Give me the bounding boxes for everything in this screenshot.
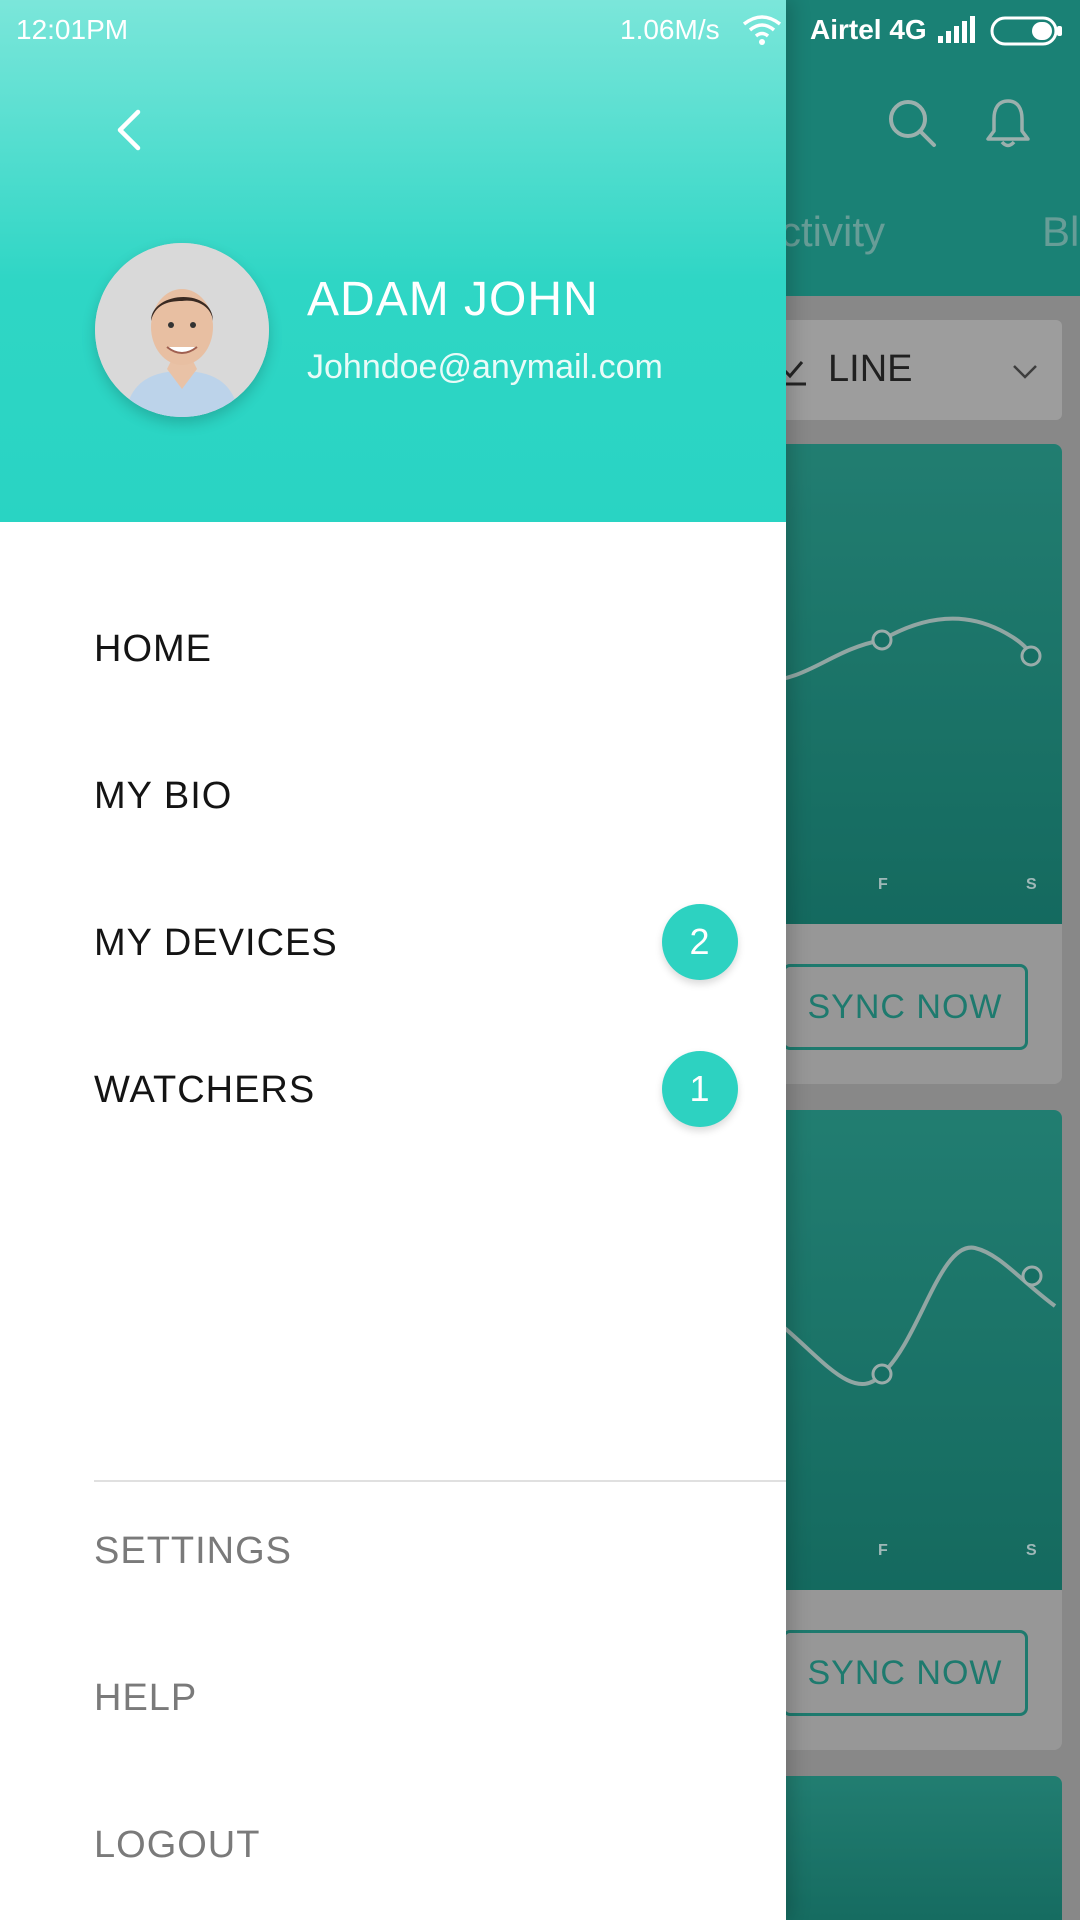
menu-item-my-devices[interactable]: MY DEVICES 2 (94, 904, 754, 980)
avatar[interactable] (95, 243, 269, 417)
menu-item-watchers[interactable]: WATCHERS 1 (94, 1051, 754, 1127)
menu-item-home[interactable]: HOME (94, 620, 754, 680)
menu-item-label: HELP (94, 1677, 198, 1719)
back-arrow-icon[interactable] (100, 100, 160, 160)
drawer-header: ADAM JOHN Johndoe@anymail.com (0, 0, 786, 522)
menu-item-label: MY BIO (94, 775, 233, 817)
status-time: 12:01PM (16, 14, 129, 45)
count-badge: 2 (662, 904, 738, 980)
profile-email: Johndoe@anymail.com (307, 348, 663, 386)
wifi-icon (742, 15, 782, 45)
menu-item-my-bio[interactable]: MY BIO (94, 767, 754, 827)
count-badge: 1 (662, 1051, 738, 1127)
battery-icon (990, 16, 1062, 46)
status-network-speed: 1.06M/s (620, 14, 720, 45)
status-carrier: Airtel 4G (810, 14, 927, 45)
menu-divider (94, 1480, 786, 1482)
menu-item-label: MY DEVICES (94, 922, 338, 964)
menu-item-label: LOGOUT (94, 1824, 261, 1866)
menu-item-help[interactable]: HELP (94, 1669, 754, 1729)
status-bar: 12:01PM 1.06M/s Airtel 4G (0, 0, 1080, 60)
profile-name: ADAM JOHN (307, 273, 599, 326)
signal-icon (938, 16, 975, 43)
menu-item-settings[interactable]: SETTINGS (94, 1522, 754, 1582)
navigation-drawer: ADAM JOHN Johndoe@anymail.com HOME MY BI… (0, 0, 786, 1920)
menu-item-label: HOME (94, 628, 212, 670)
menu-item-label: SETTINGS (94, 1530, 293, 1572)
menu-item-logout[interactable]: LOGOUT (94, 1816, 754, 1876)
menu-item-label: WATCHERS (94, 1069, 316, 1111)
